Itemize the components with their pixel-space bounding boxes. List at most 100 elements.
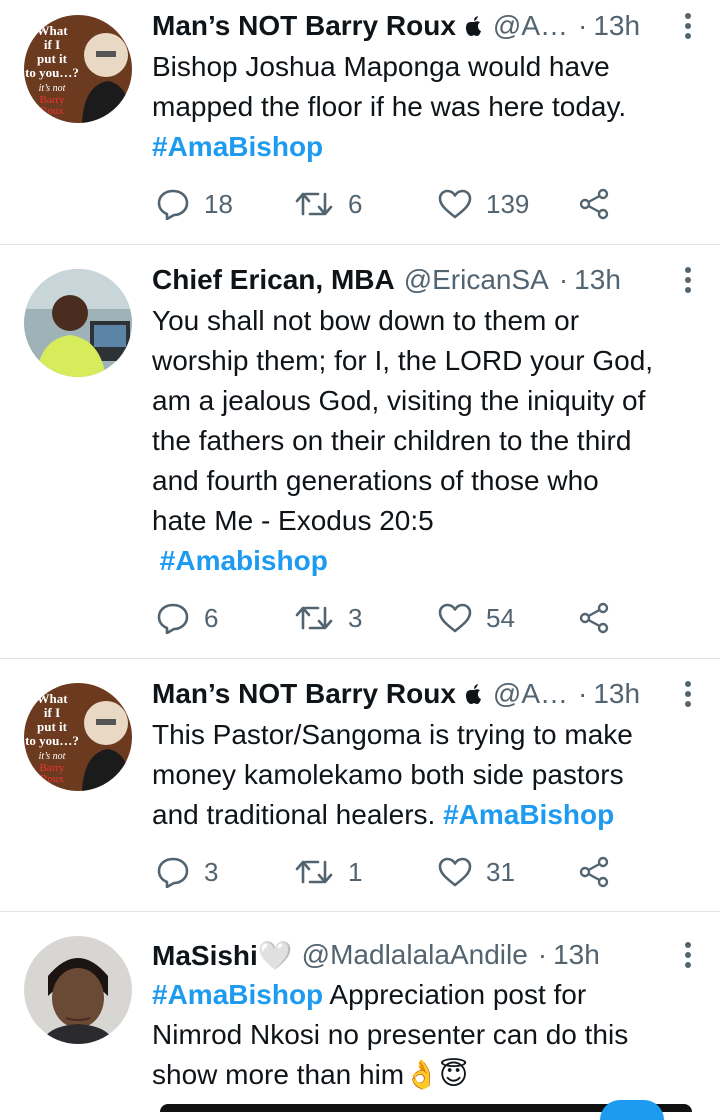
- share-button[interactable]: [578, 852, 610, 892]
- retweet-icon: [295, 606, 333, 630]
- timestamp[interactable]: 13h: [593, 678, 640, 710]
- tweet-header: Man’s NOT Barry Roux @A… · 13h: [152, 674, 692, 714]
- reply-count: 18: [204, 188, 233, 219]
- more-vertical-icon[interactable]: [684, 680, 692, 708]
- hashtag-link[interactable]: #AmaBishop: [152, 131, 323, 162]
- tweet-text-segment: money kamolekamo both side pastors: [152, 759, 624, 790]
- share-icon: [579, 602, 609, 634]
- user-handle[interactable]: @A…: [493, 10, 568, 42]
- user-handle[interactable]: @A…: [493, 678, 568, 710]
- tweet[interactable]: What if I put it to you…? it’s not Barry…: [0, 0, 720, 245]
- tweet-header: MaSishi🤍 @MadlalalaAndile · 13h: [152, 935, 692, 975]
- reply-button[interactable]: 18: [156, 184, 233, 224]
- share-button[interactable]: [578, 184, 610, 224]
- svg-text:if I: if I: [44, 37, 60, 52]
- timestamp[interactable]: 13h: [574, 264, 621, 296]
- tweet-text-segment: worship them; for I, the LORD your God,: [152, 345, 654, 376]
- display-name[interactable]: Man’s NOT Barry Roux: [152, 10, 456, 42]
- tweet-actions: 6 3 54: [152, 598, 632, 638]
- tweet-text-segment: Appreciation post for: [323, 979, 587, 1010]
- svg-text:Roux: Roux: [40, 773, 64, 785]
- reply-icon: [157, 189, 189, 220]
- svg-text:What: What: [36, 23, 68, 38]
- retweet-icon: [295, 192, 333, 216]
- timestamp[interactable]: 13h: [553, 939, 600, 971]
- svg-text:put it: put it: [37, 51, 68, 66]
- apple-icon: [464, 682, 484, 706]
- reply-button[interactable]: 3: [156, 852, 218, 892]
- like-button[interactable]: 31: [438, 852, 515, 892]
- tweet-text-segment: show more than him👌😇: [152, 1059, 469, 1090]
- tweet-text-segment: hate Me - Exodus 20:5: [152, 505, 434, 536]
- svg-text:Roux: Roux: [40, 105, 64, 117]
- tweet-text-segment: You shall not bow down to them or: [152, 305, 580, 336]
- reply-icon: [157, 603, 189, 634]
- share-button[interactable]: [578, 598, 610, 638]
- svg-text:What: What: [36, 691, 68, 706]
- retweet-button[interactable]: 6: [294, 184, 362, 224]
- share-icon: [579, 188, 609, 220]
- timestamp[interactable]: 13h: [593, 10, 640, 42]
- like-button[interactable]: 54: [438, 598, 515, 638]
- tweet-text: This Pastor/Sangoma is trying to make mo…: [152, 715, 697, 835]
- avatar[interactable]: [24, 936, 132, 1044]
- tweet[interactable]: Chief Erican, MBA @EricanSA · 13h You sh…: [0, 245, 720, 659]
- tweet-text-segment: mapped the floor if he was here today.: [152, 91, 627, 122]
- like-icon: [438, 603, 472, 633]
- separator-dot: ·: [578, 678, 588, 709]
- reply-count: 6: [204, 602, 219, 633]
- svg-text:if I: if I: [44, 705, 60, 720]
- hashtag-link[interactable]: #AmaBishop: [443, 799, 614, 830]
- more-vertical-icon[interactable]: [684, 266, 692, 294]
- hashtag-link[interactable]: #Amabishop: [152, 545, 328, 576]
- more-vertical-icon[interactable]: [684, 12, 692, 40]
- display-name[interactable]: Man’s NOT Barry Roux: [152, 678, 456, 710]
- user-handle[interactable]: @EricanSA: [404, 264, 549, 296]
- avatar[interactable]: What if I put it to you…? it’s not Barry…: [24, 683, 132, 791]
- svg-text:it’s not: it’s not: [39, 83, 66, 94]
- tweet[interactable]: MaSishi🤍 @MadlalalaAndile · 13h #AmaBish…: [0, 912, 720, 1120]
- retweet-count: 1: [348, 856, 363, 887]
- separator-dot: ·: [558, 264, 569, 295]
- compose-button-edge[interactable]: [600, 1100, 664, 1120]
- reply-count: 3: [204, 856, 219, 887]
- reply-button[interactable]: 6: [156, 598, 218, 638]
- tweet-actions: 18 6 139: [152, 184, 632, 224]
- retweet-icon: [295, 860, 333, 884]
- retweet-button[interactable]: 1: [294, 852, 362, 892]
- tweet[interactable]: What if I put it to you…? it’s not Barry…: [0, 659, 720, 912]
- tweet-text-segment: the fathers on their children to the thi…: [152, 425, 632, 456]
- more-vertical-icon[interactable]: [684, 941, 692, 969]
- svg-text:put it: put it: [37, 719, 68, 734]
- like-count: 31: [486, 856, 515, 887]
- tweet-text: You shall not bow down to them or worshi…: [152, 301, 697, 581]
- tweet-text-segment: and traditional healers.: [152, 799, 444, 830]
- display-name[interactable]: MaSishi🤍: [152, 939, 293, 972]
- tweet-text-segment: am a jealous God, visiting the iniquity …: [152, 385, 646, 416]
- reply-icon: [157, 857, 189, 888]
- like-count: 139: [486, 188, 530, 219]
- like-icon: [438, 189, 472, 219]
- avatar[interactable]: What if I put it to you…? it’s not Barry…: [24, 15, 132, 123]
- tweet-text-segment: Nimrod Nkosi no presenter can do this: [152, 1019, 629, 1050]
- retweet-button[interactable]: 3: [294, 598, 362, 638]
- retweet-count: 3: [348, 602, 363, 633]
- like-icon: [438, 857, 472, 887]
- display-name[interactable]: Chief Erican, MBA: [152, 264, 395, 296]
- avatar[interactable]: [24, 269, 132, 377]
- user-handle[interactable]: @MadlalalaAndile: [302, 939, 528, 971]
- like-button[interactable]: 139: [438, 184, 529, 224]
- hashtag-link[interactable]: #AmaBishop: [152, 979, 323, 1010]
- svg-text:to you…?: to you…?: [25, 65, 79, 80]
- apple-icon: [464, 14, 484, 38]
- tweet-text-segment: Bishop Joshua Maponga would have: [152, 51, 610, 82]
- separator-dot: ·: [578, 10, 588, 41]
- like-count: 54: [486, 602, 515, 633]
- tweet-text-segment: This Pastor/Sangoma is trying to make: [152, 719, 633, 750]
- tweet-text-segment: and fourth generations of those who: [152, 465, 599, 496]
- svg-text:it’s not: it’s not: [39, 751, 66, 762]
- tweet-actions: 3 1 31: [152, 852, 632, 892]
- retweet-count: 6: [348, 188, 363, 219]
- share-icon: [579, 856, 609, 888]
- tweet-header: Man’s NOT Barry Roux @A… · 13h: [152, 6, 692, 46]
